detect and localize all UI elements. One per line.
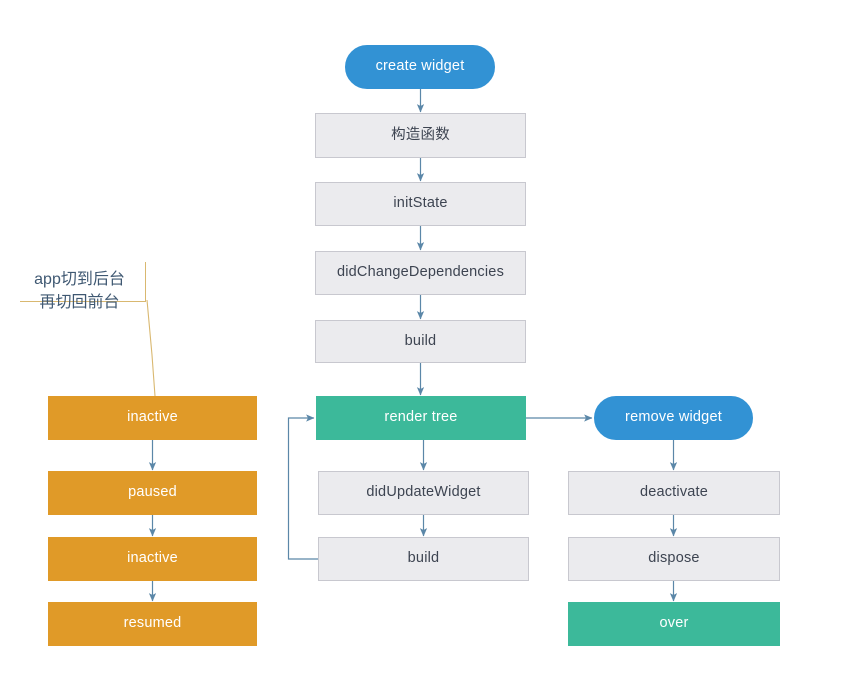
node-deactivate[interactable]: deactivate: [568, 471, 780, 515]
node-build-first[interactable]: build: [315, 320, 526, 363]
node-resumed[interactable]: resumed: [48, 602, 257, 646]
node-paused[interactable]: paused: [48, 471, 257, 515]
edge-build-2-to-render-tree-loop: [287, 414, 318, 560]
node-render-tree[interactable]: render tree: [316, 396, 526, 440]
node-did-change-dependencies[interactable]: didChangeDependencies: [315, 251, 526, 295]
node-over[interactable]: over: [568, 602, 780, 646]
node-constructor[interactable]: 构造函数: [315, 113, 526, 158]
node-inactive-second[interactable]: inactive: [48, 537, 257, 581]
node-did-update-widget[interactable]: didUpdateWidget: [318, 471, 529, 515]
node-remove-widget[interactable]: remove widget: [594, 396, 753, 440]
annotation-line-2: 再切回前台: [39, 294, 120, 312]
node-init-state[interactable]: initState: [315, 182, 526, 226]
annotation-callout: app切到后台 再切回前台: [20, 262, 146, 311]
diagram-canvas: app切到后台 再切回前台 create widget 构造函数 initSta…: [0, 0, 856, 673]
node-build-second[interactable]: build: [318, 537, 529, 581]
edge-annotation-leader: [146, 299, 156, 397]
node-inactive-first[interactable]: inactive: [48, 396, 257, 440]
node-dispose[interactable]: dispose: [568, 537, 780, 581]
annotation-line-1: app切到后台: [34, 271, 125, 288]
node-create-widget[interactable]: create widget: [345, 45, 495, 89]
